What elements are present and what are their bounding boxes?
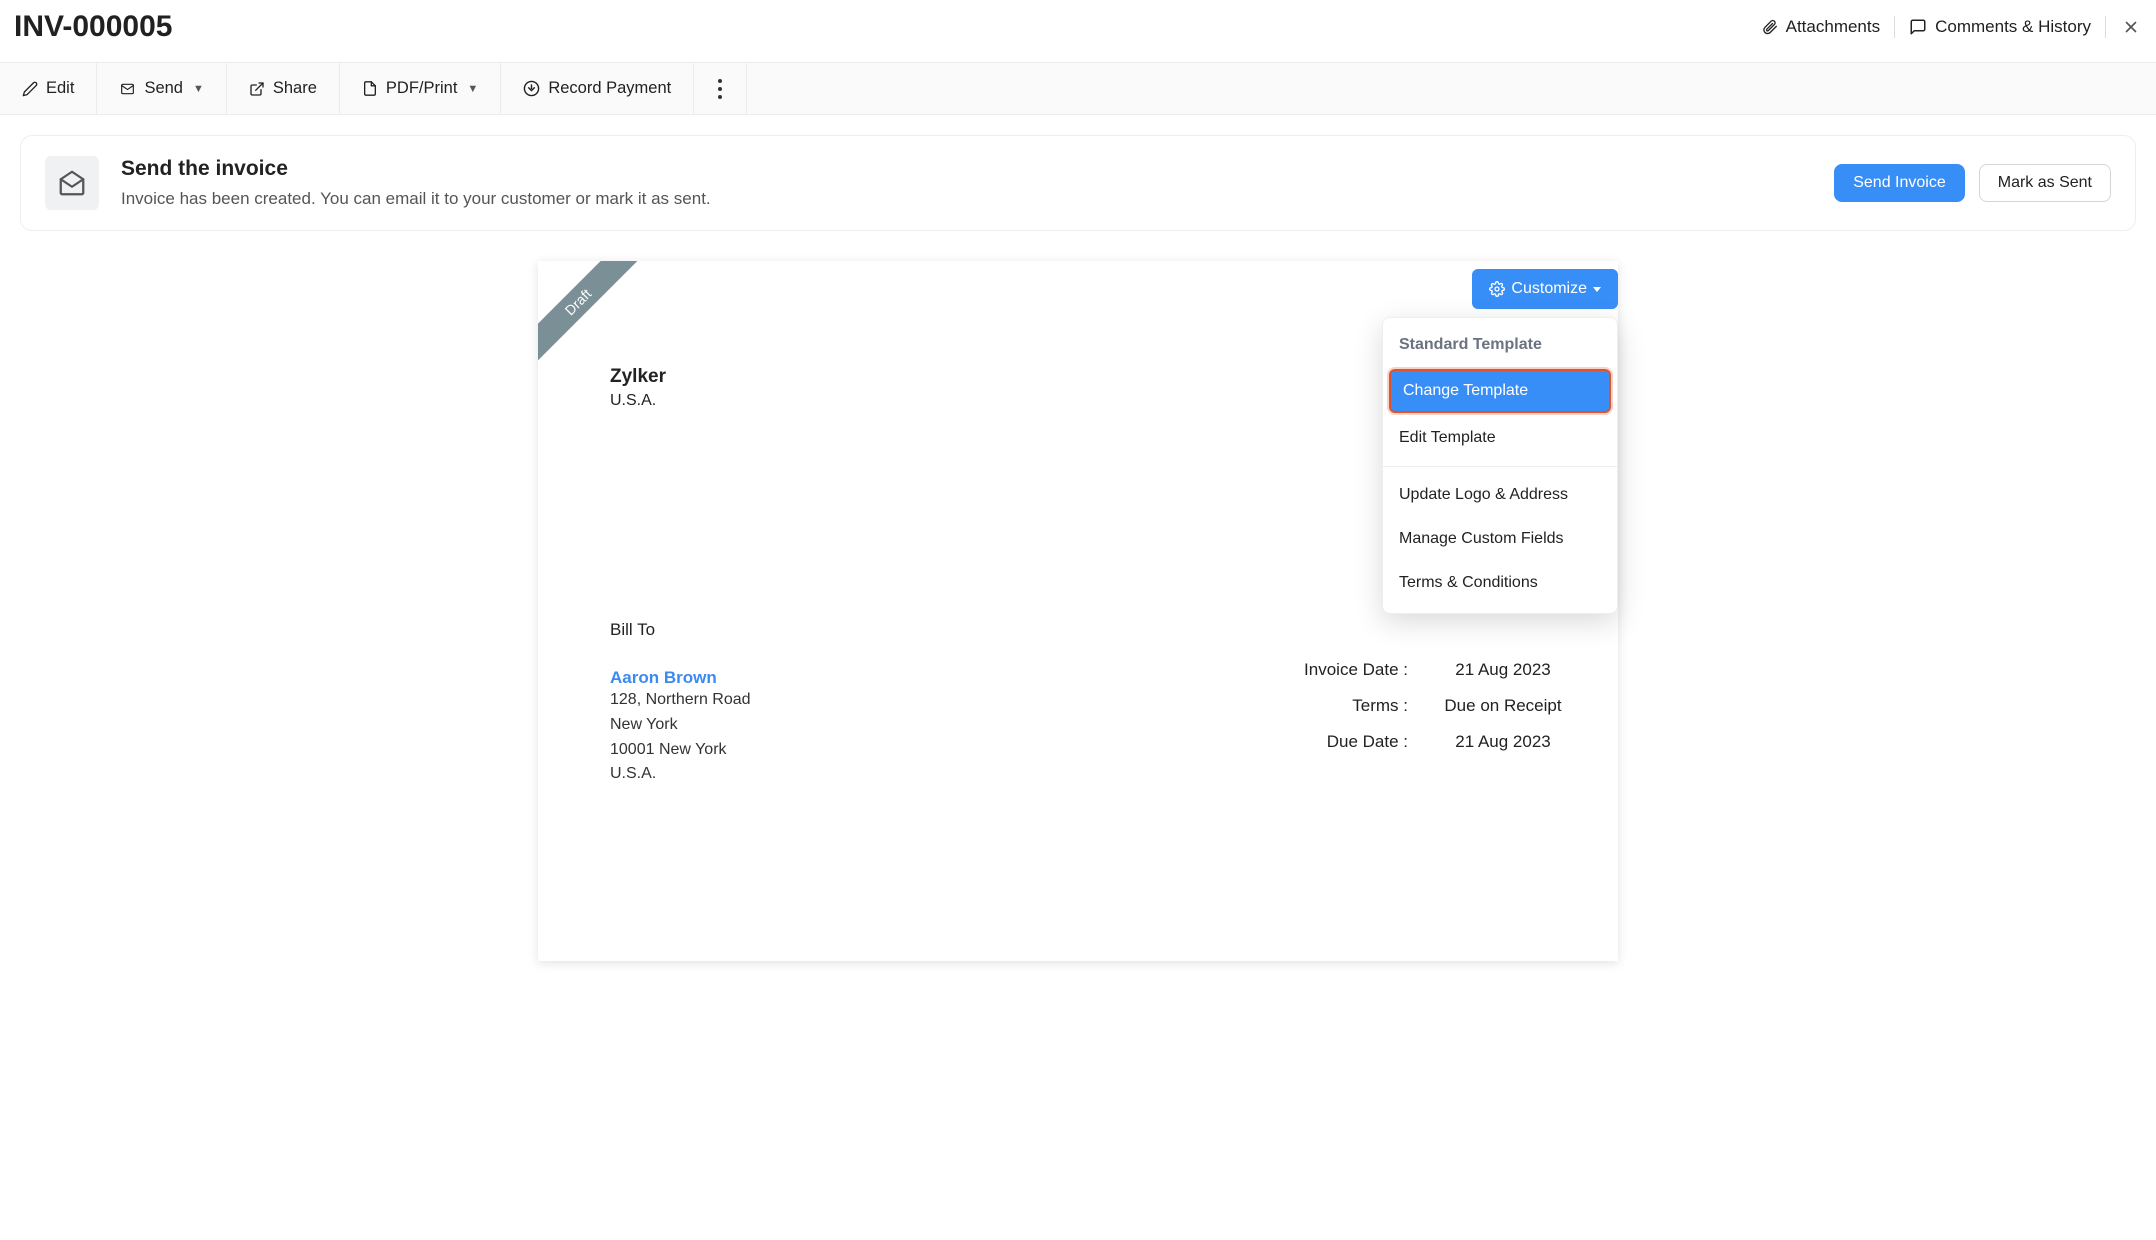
customize-button[interactable]: Customize (1472, 269, 1618, 309)
record-payment-icon (523, 80, 540, 97)
invoice-date-value: 21 Aug 2023 (1438, 660, 1568, 680)
change-template-label: Change Template (1389, 369, 1611, 413)
terms-label: Terms : (1278, 696, 1438, 716)
send-label: Send (144, 79, 183, 98)
address-line2: New York (610, 713, 1258, 738)
address-line1: 128, Northern Road (610, 688, 1258, 713)
more-actions-button[interactable] (694, 63, 747, 114)
divider (2105, 16, 2106, 38)
terms-conditions-item[interactable]: Terms & Conditions (1383, 561, 1617, 605)
share-button[interactable]: Share (227, 63, 340, 114)
header-actions: Attachments Comments & History (1762, 16, 2142, 38)
send-button[interactable]: Send ▼ (97, 63, 226, 114)
share-label: Share (273, 79, 317, 98)
mark-as-sent-button[interactable]: Mark as Sent (1979, 164, 2111, 202)
due-date-value: 21 Aug 2023 (1438, 732, 1568, 752)
mail-icon (119, 82, 136, 96)
customer-name-link[interactable]: Aaron Brown (610, 668, 1258, 688)
pdf-icon (362, 80, 378, 97)
edit-label: Edit (46, 79, 74, 98)
comment-icon (1909, 18, 1927, 36)
comments-label: Comments & History (1935, 17, 2091, 37)
attachments-label: Attachments (1786, 17, 1881, 37)
due-date-row: Due Date : 21 Aug 2023 (1278, 732, 1568, 752)
page-content: Send the invoice Invoice has been create… (0, 115, 2156, 981)
envelope-open-icon (45, 156, 99, 210)
paperclip-icon (1762, 18, 1778, 36)
invoice-date-label: Invoice Date : (1278, 660, 1438, 680)
edit-button[interactable]: Edit (0, 63, 97, 114)
invoice-date-row: Invoice Date : 21 Aug 2023 (1278, 660, 1568, 680)
terms-value: Due on Receipt (1438, 696, 1568, 716)
pdf-label: PDF/Print (386, 79, 458, 98)
comments-history-link[interactable]: Comments & History (1909, 17, 2091, 37)
address-line4: U.S.A. (610, 762, 1258, 787)
close-button[interactable] (2120, 16, 2142, 38)
manage-custom-fields-item[interactable]: Manage Custom Fields (1383, 517, 1617, 561)
chevron-down-icon: ▼ (193, 83, 204, 95)
alert-actions: Send Invoice Mark as Sent (1834, 164, 2111, 202)
edit-template-item[interactable]: Edit Template (1383, 416, 1617, 460)
page-header: INV-000005 Attachments Comments & Histor… (0, 0, 2156, 62)
alert-description: Invoice has been created. You can email … (121, 189, 1812, 209)
chevron-down-icon (1593, 287, 1601, 292)
divider (1894, 16, 1895, 38)
due-date-label: Due Date : (1278, 732, 1438, 752)
share-icon (249, 81, 265, 97)
send-invoice-button[interactable]: Send Invoice (1834, 164, 1965, 202)
dropdown-header: Standard Template (1383, 326, 1617, 366)
invoice-preview-wrap: Draft Customize Standard Template Change… (538, 261, 1618, 961)
pencil-icon (22, 81, 38, 97)
status-ribbon: Draft (538, 261, 648, 371)
record-payment-label: Record Payment (548, 79, 671, 98)
gear-icon (1489, 281, 1505, 297)
attachments-link[interactable]: Attachments (1762, 17, 1881, 37)
alert-title: Send the invoice (121, 157, 1812, 181)
update-logo-item[interactable]: Update Logo & Address (1383, 473, 1617, 517)
bill-to-label: Bill To (610, 620, 1258, 640)
record-payment-button[interactable]: Record Payment (501, 63, 694, 114)
alert-text: Send the invoice Invoice has been create… (121, 157, 1812, 209)
divider (1383, 466, 1617, 467)
bill-to-block: Bill To Aaron Brown 128, Northern Road N… (610, 620, 1258, 787)
terms-row: Terms : Due on Receipt (1278, 696, 1568, 716)
address-line3: 10001 New York (610, 738, 1258, 763)
action-toolbar: Edit Send ▼ Share PDF/Print ▼ Record Pay… (0, 62, 2156, 115)
change-template-item[interactable]: Change Template (1383, 366, 1617, 416)
customize-dropdown: Standard Template Change Template Edit T… (1382, 317, 1618, 614)
invoice-preview: Draft Customize Standard Template Change… (538, 261, 1618, 961)
more-icon (718, 79, 722, 99)
billing-section: Bill To Aaron Brown 128, Northern Road N… (538, 620, 1618, 787)
page-title: INV-000005 (14, 10, 172, 44)
chevron-down-icon: ▼ (467, 83, 478, 95)
invoice-meta-block: Invoice Date : 21 Aug 2023 Terms : Due o… (1258, 620, 1618, 787)
send-invoice-alert: Send the invoice Invoice has been create… (20, 135, 2136, 231)
status-label: Draft (538, 261, 644, 368)
pdf-print-button[interactable]: PDF/Print ▼ (340, 63, 501, 114)
customize-label: Customize (1511, 280, 1587, 298)
